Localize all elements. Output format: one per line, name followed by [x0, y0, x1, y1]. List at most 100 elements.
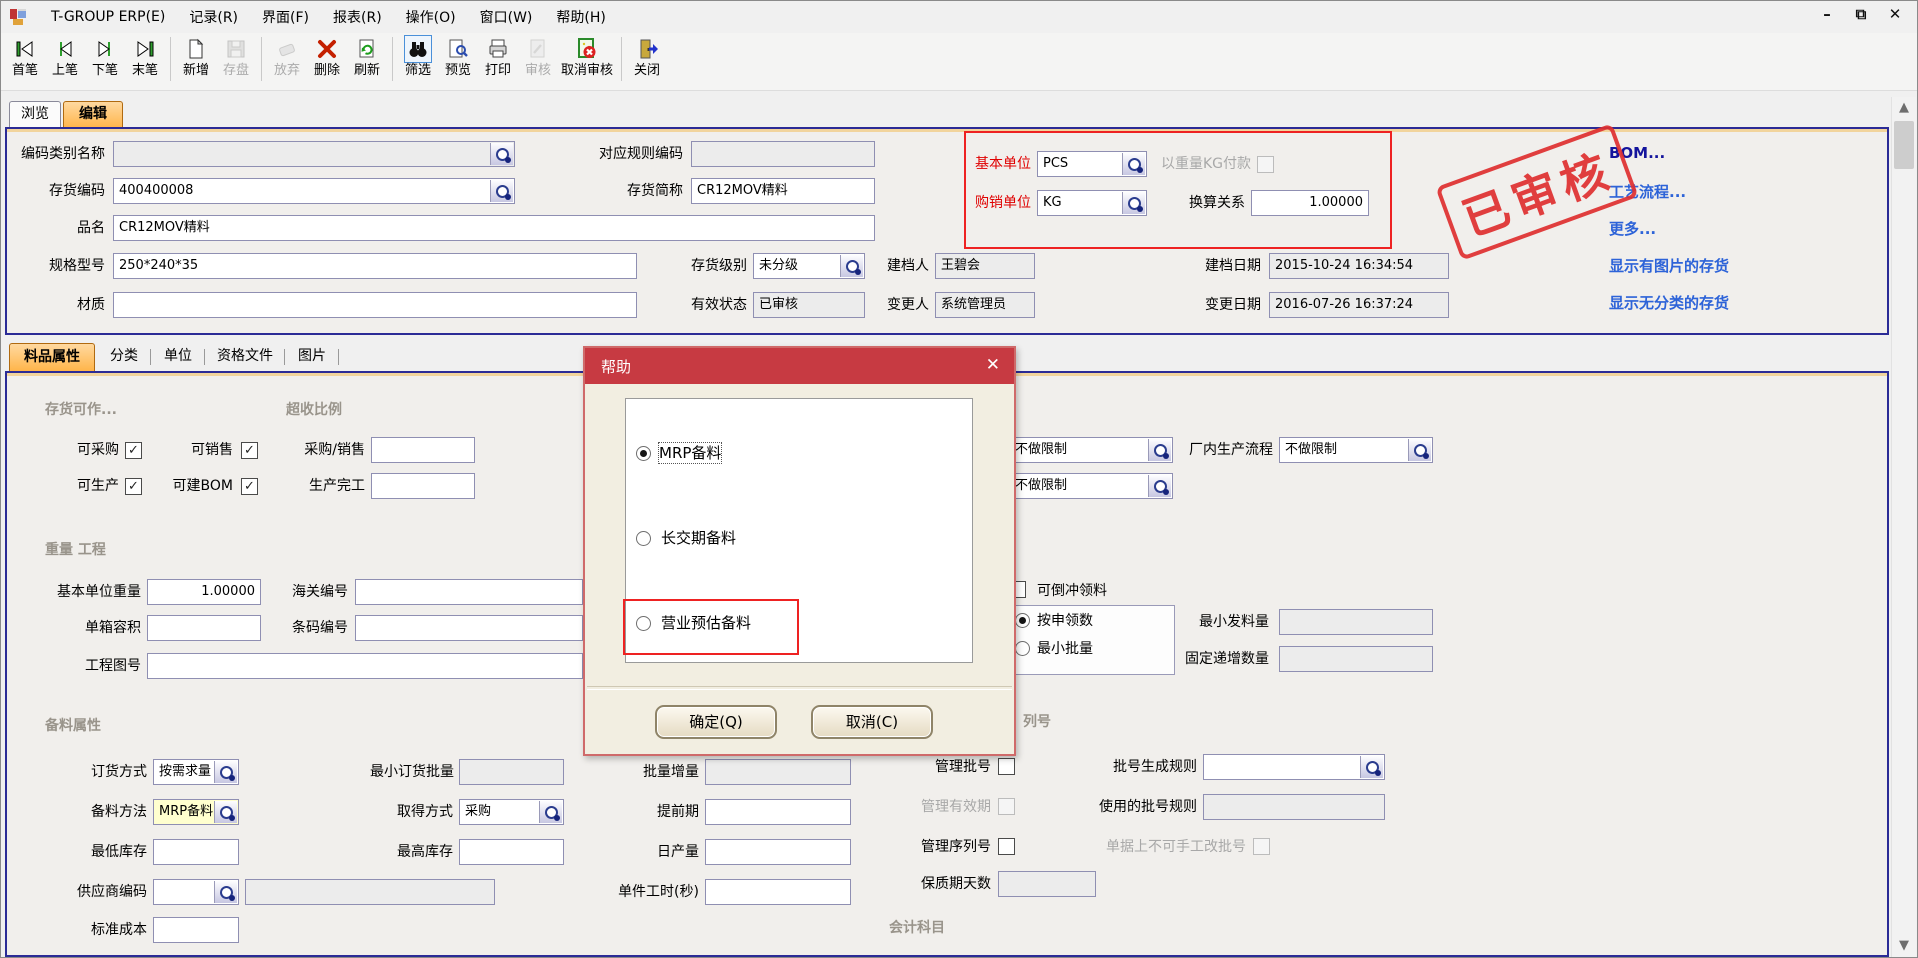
menu-item-operation[interactable]: 操作(O)	[394, 3, 468, 31]
sales-forecast-prep-label[interactable]: 营业预估备料	[661, 613, 751, 633]
more-link[interactable]: 更多...	[1609, 218, 1656, 239]
producible-checkbox[interactable]	[125, 478, 142, 495]
drawing-no-field[interactable]	[147, 653, 583, 679]
barcode-field[interactable]	[355, 615, 583, 641]
tab-classification[interactable]: 分类	[101, 343, 147, 371]
trade-unit-field[interactable]: KG	[1037, 190, 1147, 216]
purchase-sale-ratio-field[interactable]	[371, 437, 475, 463]
toolbar-close[interactable]: 关闭	[627, 35, 667, 80]
production-done-ratio-field[interactable]	[371, 473, 475, 499]
toolbar-last-record[interactable]: 末笔	[125, 35, 165, 80]
scroll-down-arrow[interactable]: ▼	[1892, 935, 1916, 957]
toolbar-prev-record[interactable]: 上笔	[45, 35, 85, 80]
tab-item-attributes[interactable]: 料品属性	[9, 343, 95, 371]
lookup-button[interactable]	[214, 801, 237, 823]
inv-code-field[interactable]: 400400008	[113, 178, 515, 204]
sales-forecast-prep-radio[interactable]	[636, 616, 651, 631]
lead-time-field[interactable]	[705, 799, 851, 825]
menu-item-app[interactable]: T-GROUP ERP(E)	[39, 5, 177, 29]
customs-code-field[interactable]	[355, 579, 583, 605]
box-volume-field[interactable]	[147, 615, 261, 641]
factory-flow-field[interactable]: 不做限制	[1279, 437, 1433, 463]
manage-batch-checkbox[interactable]	[998, 758, 1015, 775]
inv-level-field[interactable]: 未分级	[753, 253, 865, 279]
tab-edit[interactable]: 编辑	[63, 101, 123, 128]
tab-browse[interactable]: 浏览	[9, 101, 61, 128]
mrp-prep-radio[interactable]	[636, 446, 651, 461]
rule-code-label: 对应规则编码	[579, 141, 683, 167]
restriction-field-1[interactable]: 不做限制	[1009, 437, 1173, 463]
toolbar-delete[interactable]: 删除	[307, 35, 347, 80]
prep-method-field[interactable]: MRP备料	[153, 799, 239, 825]
window-restore-button[interactable]: ⧉	[1849, 5, 1873, 23]
vertical-scrollbar[interactable]: ▲ ▼	[1891, 97, 1916, 957]
batch-rule-field[interactable]	[1203, 754, 1385, 780]
order-mode-field[interactable]: 按需求量	[153, 759, 239, 785]
unit-time-field[interactable]	[705, 879, 851, 905]
manage-serial-label: 管理序列号	[915, 834, 991, 860]
by-request-radio[interactable]	[1015, 613, 1030, 628]
toolbar-cancel-audit[interactable]: 取消审核	[558, 35, 616, 80]
lookup-button[interactable]	[1148, 439, 1171, 461]
toolbar-refresh[interactable]: 刷新	[347, 35, 387, 80]
lookup-button[interactable]	[539, 801, 562, 823]
max-stock-field[interactable]	[459, 839, 564, 865]
tab-pictures[interactable]: 图片	[289, 343, 335, 371]
lookup-button[interactable]	[490, 143, 513, 165]
toolbar-filter[interactable]: 筛选	[398, 35, 438, 80]
creator-field: 王碧会	[935, 253, 1035, 279]
toolbar-new[interactable]: 新增	[176, 35, 216, 80]
show-with-picture-link[interactable]: 显示有图片的存货	[1609, 255, 1729, 276]
min-batch-radio[interactable]	[1015, 641, 1030, 656]
inv-abbr-field[interactable]: CR12MOV精料	[691, 178, 875, 204]
supplier-code-field[interactable]	[153, 879, 239, 905]
sellable-checkbox[interactable]	[241, 442, 258, 459]
manage-serial-checkbox[interactable]	[998, 838, 1015, 855]
toolbar-next-record[interactable]: 下笔	[85, 35, 125, 80]
spec-field[interactable]: 250*240*35	[113, 253, 637, 279]
lookup-button[interactable]	[214, 761, 237, 783]
menu-item-help[interactable]: 帮助(H)	[544, 3, 617, 31]
lookup-button[interactable]	[214, 881, 237, 903]
toolbar-preview[interactable]: 预览	[438, 35, 478, 80]
purchasable-checkbox[interactable]	[125, 442, 142, 459]
product-name-field[interactable]: CR12MOV精料	[113, 215, 875, 241]
menu-item-report[interactable]: 报表(R)	[321, 3, 394, 31]
lookup-button[interactable]	[1360, 756, 1383, 778]
window-close-button[interactable]: ✕	[1883, 5, 1907, 23]
bom-allowed-checkbox[interactable]	[241, 478, 258, 495]
mrp-prep-label[interactable]: MRP备料	[659, 443, 721, 463]
toolbar-print[interactable]: 打印	[478, 35, 518, 80]
shelf-life-label: 保质期天数	[907, 871, 991, 897]
conversion-field[interactable]: 1.00000	[1251, 190, 1369, 216]
material-field[interactable]	[113, 292, 637, 318]
menu-item-record[interactable]: 记录(R)	[177, 3, 250, 31]
ok-button[interactable]: 确定(Q)	[655, 705, 777, 739]
tab-qualification-files[interactable]: 资格文件	[209, 343, 281, 371]
acquire-mode-field[interactable]: 采购	[459, 799, 564, 825]
daily-output-field[interactable]	[705, 839, 851, 865]
lookup-button[interactable]	[840, 255, 863, 277]
restriction-field-2[interactable]: 不做限制	[1009, 473, 1173, 499]
long-lead-prep-label[interactable]: 长交期备料	[661, 528, 736, 548]
lookup-button[interactable]	[490, 180, 513, 202]
long-lead-prep-radio[interactable]	[636, 531, 651, 546]
lookup-button[interactable]	[1122, 192, 1145, 214]
show-unclassified-link[interactable]: 显示无分类的存货	[1609, 292, 1729, 313]
base-unit-weight-field[interactable]: 1.00000	[147, 579, 261, 605]
dialog-close-icon[interactable]: ✕	[986, 355, 1000, 375]
scroll-up-arrow[interactable]: ▲	[1892, 97, 1916, 119]
lookup-button[interactable]	[1122, 153, 1145, 175]
menu-item-window[interactable]: 窗口(W)	[468, 3, 545, 31]
scrollbar-thumb[interactable]	[1894, 121, 1914, 169]
window-minimize-button[interactable]: –	[1815, 5, 1839, 23]
menu-item-interface[interactable]: 界面(F)	[250, 3, 321, 31]
lookup-button[interactable]	[1408, 439, 1431, 461]
base-unit-field[interactable]: PCS	[1037, 151, 1147, 177]
min-stock-field[interactable]	[153, 839, 239, 865]
tab-units[interactable]: 单位	[155, 343, 201, 371]
lookup-button[interactable]	[1148, 475, 1171, 497]
cancel-button[interactable]: 取消(C)	[811, 705, 933, 739]
std-cost-field[interactable]	[153, 917, 239, 943]
toolbar-first-record[interactable]: 首笔	[5, 35, 45, 80]
